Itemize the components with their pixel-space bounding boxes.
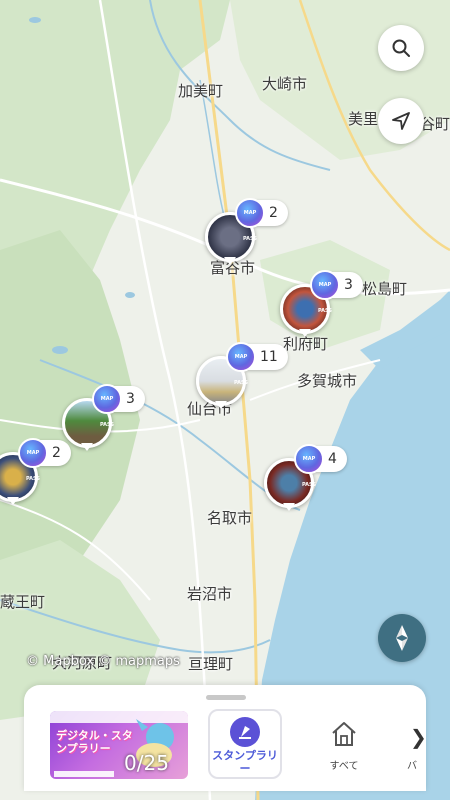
banner-title: デジタル・スタンプラリー — [56, 729, 133, 755]
home-icon — [332, 722, 356, 746]
all-button[interactable]: すべて — [314, 715, 374, 775]
map-pass-badge-icon: MAP PASS — [18, 438, 48, 482]
place-label-watari: 亘理町 — [188, 655, 234, 673]
stamp-rally-banner[interactable]: デジタル・スタンプラリー 0/25 — [50, 711, 188, 779]
pin-tail — [7, 497, 19, 505]
stamp-rally-label: スタンプラリー — [212, 749, 278, 775]
place-label-iwanuma: 岩沼市 — [187, 585, 233, 603]
chevron-right-icon[interactable]: ❯ — [410, 725, 427, 749]
next-item-label: バ — [407, 761, 417, 772]
map-pass-badge-icon: MAP PASS — [235, 198, 265, 242]
map-pass-badge-icon: MAP PASS — [92, 384, 122, 428]
pin-tail — [224, 257, 236, 265]
stamp-rally-button[interactable]: スタンプラリー — [208, 709, 282, 779]
place-label-matsushima: 松島町 — [362, 280, 408, 298]
sheet-drag-handle[interactable] — [206, 695, 246, 700]
place-label-tagajo: 多賀城市 — [297, 372, 358, 390]
navigation-arrow-icon — [392, 112, 410, 130]
place-label-natori: 名取市 — [207, 509, 253, 527]
current-location-button[interactable] — [378, 98, 424, 144]
all-label: すべて — [329, 761, 359, 772]
stamp-icon — [230, 717, 260, 747]
map-pass-badge-icon: MAP PASS — [310, 270, 340, 314]
pin-tail — [81, 443, 93, 451]
compass-icon — [396, 625, 408, 651]
search-button[interactable] — [378, 25, 424, 71]
place-label-zao: 蔵王町 — [0, 593, 46, 611]
search-icon — [392, 39, 410, 57]
stamp-progress: 0/25 — [124, 751, 169, 775]
bottom-sheet[interactable]: デジタル・スタンプラリー 0/25 スタンプラリー すべて ❯ バ — [24, 685, 427, 791]
map-attribution[interactable]: © Mapbox © mapmaps — [26, 654, 180, 669]
place-label-kami: 加美町 — [178, 82, 224, 100]
pin-tail — [215, 401, 227, 409]
place-label-ishinomaki: 谷町 — [420, 115, 450, 133]
place-label-osaki: 大崎市 — [262, 75, 308, 93]
place-label-misato: 美里 — [348, 110, 379, 128]
compass-button[interactable] — [378, 614, 426, 662]
pin-tail — [283, 503, 295, 511]
map-pass-badge-icon: MAP PASS — [226, 342, 256, 386]
pin-tail — [299, 329, 311, 337]
map-pass-badge-icon: MAP PASS — [294, 444, 324, 488]
